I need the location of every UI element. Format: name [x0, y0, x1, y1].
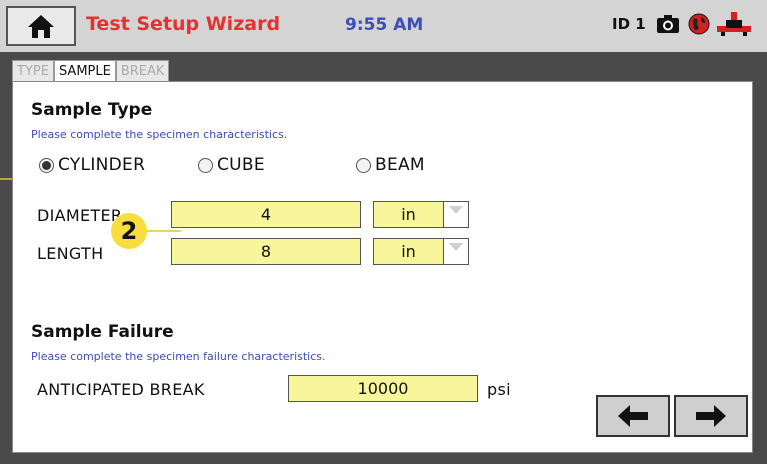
length-unit-value: in	[374, 239, 444, 264]
diameter-unit-select[interactable]: in	[373, 201, 469, 228]
tab-type[interactable]: TYPE	[12, 60, 54, 82]
radio-beam[interactable]: BEAM	[356, 155, 425, 175]
diameter-unit-dropdown[interactable]	[444, 202, 468, 227]
header-bar: Test Setup Wizard 9:55 AM ID 1	[0, 0, 767, 52]
sample-failure-heading: Sample Failure	[31, 322, 174, 342]
radio-cylinder-indicator	[39, 157, 54, 173]
globe-icon[interactable]	[688, 13, 710, 35]
radio-cylinder[interactable]: CYLINDER	[39, 155, 145, 175]
length-unit-dropdown[interactable]	[444, 239, 468, 264]
callout-leader-2	[143, 230, 181, 232]
radio-cube[interactable]: CUBE	[198, 155, 265, 175]
anticipated-break-input[interactable]: 10000	[288, 375, 478, 402]
dropdown-arrow-icon	[449, 243, 463, 251]
radio-cylinder-label: CYLINDER	[58, 155, 146, 175]
radio-cube-label: CUBE	[217, 155, 265, 175]
device-id: ID 1	[612, 15, 646, 33]
callout-marker-2: 2	[111, 213, 147, 249]
sample-type-heading: Sample Type	[31, 100, 153, 120]
plug-icon[interactable]	[716, 11, 752, 37]
diameter-label: DIAMETER	[37, 206, 123, 225]
tab-break[interactable]: BREAK	[115, 60, 170, 82]
arrow-right-icon	[696, 405, 726, 427]
tab-sample[interactable]: SAMPLE	[53, 60, 116, 82]
home-button[interactable]	[6, 6, 76, 46]
diameter-unit-value: in	[374, 202, 444, 227]
anticipated-break-label: ANTICIPATED BREAK	[37, 380, 205, 399]
radio-beam-indicator	[356, 157, 371, 173]
radio-cube-indicator	[198, 157, 213, 173]
wizard-tabs: TYPE SAMPLE BREAK	[12, 60, 170, 82]
dropdown-arrow-icon	[449, 206, 463, 214]
diameter-input[interactable]: 4	[171, 201, 361, 228]
break-unit-label: psi	[487, 380, 511, 399]
back-button[interactable]	[596, 395, 670, 437]
length-input[interactable]: 8	[171, 238, 361, 265]
arrow-left-icon	[618, 405, 648, 427]
sample-failure-subtext: Please complete the specimen failure cha…	[31, 350, 326, 363]
camera-icon[interactable]	[656, 13, 680, 35]
length-unit-select[interactable]: in	[373, 238, 469, 265]
wizard-title: Test Setup Wizard	[86, 13, 281, 35]
radio-beam-label: BEAM	[375, 155, 425, 175]
next-button[interactable]	[674, 395, 748, 437]
home-icon	[28, 15, 54, 38]
length-label: LENGTH	[37, 244, 104, 263]
clock-time: 9:55 AM	[345, 15, 424, 35]
sample-type-subtext: Please complete the specimen characteris…	[31, 128, 288, 141]
